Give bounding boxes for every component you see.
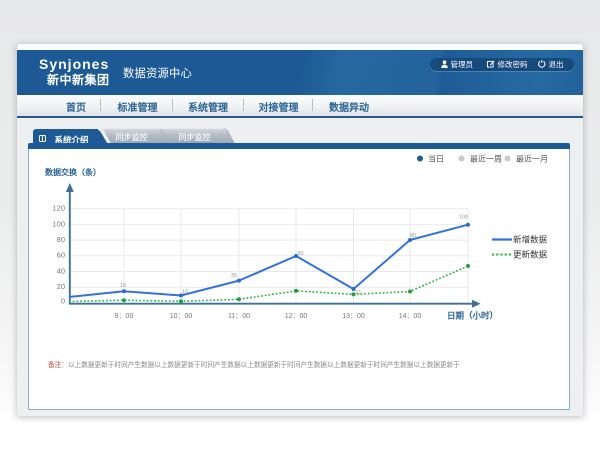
- svg-text:20: 20: [57, 282, 65, 291]
- svg-text:新增数据: 新增数据: [513, 235, 548, 245]
- svg-text:13：00: 13：00: [342, 313, 365, 320]
- svg-text:40: 40: [57, 266, 65, 275]
- svg-text:12：00: 12：00: [285, 313, 308, 320]
- svg-text:0: 0: [61, 296, 65, 305]
- svg-text:14：00: 14：00: [399, 313, 422, 320]
- svg-text:60: 60: [57, 251, 65, 260]
- svg-text:10: 10: [355, 290, 361, 296]
- svg-text:最近一周: 最近一周: [470, 154, 502, 164]
- svg-text:100: 100: [459, 215, 468, 221]
- svg-text:100: 100: [52, 219, 65, 228]
- svg-text:10：00: 10：00: [170, 313, 193, 320]
- svg-text:日期（小时）: 日期（小时）: [447, 311, 498, 321]
- svg-text:120: 120: [52, 204, 65, 213]
- svg-text:更新数据: 更新数据: [513, 250, 548, 260]
- svg-text:60: 60: [298, 251, 304, 257]
- svg-text:18: 18: [120, 283, 126, 289]
- svg-text:80: 80: [57, 235, 65, 244]
- svg-text:11：00: 11：00: [228, 313, 250, 320]
- svg-text:当日: 当日: [428, 154, 444, 164]
- svg-text:35: 35: [231, 273, 237, 279]
- svg-text:最近一月: 最近一月: [516, 154, 548, 164]
- svg-text:80: 80: [410, 233, 416, 239]
- svg-text:10: 10: [182, 290, 188, 296]
- svg-text:9：00: 9：00: [115, 313, 134, 320]
- svg-text:数据交换（条）: 数据交换（条）: [45, 167, 101, 177]
